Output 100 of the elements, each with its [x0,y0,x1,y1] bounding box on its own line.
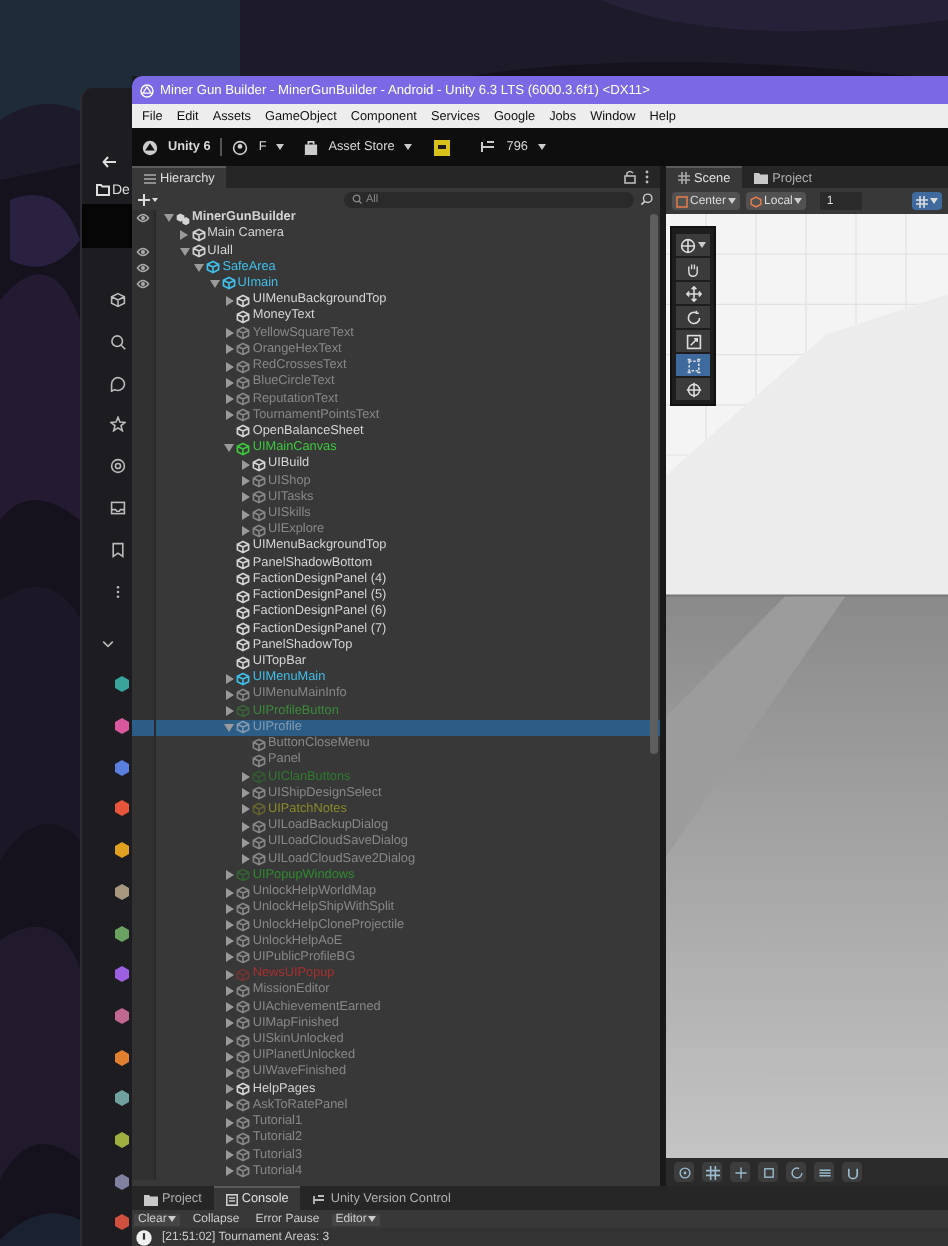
caret-icon [537,144,546,150]
collapse-arrow-icon[interactable] [225,1002,234,1013]
branch-icon [312,1193,327,1205]
collapse-arrow-icon[interactable] [241,804,249,815]
folder-icon [96,184,110,196]
collapse-arrow-icon[interactable] [241,525,249,536]
collapse-arrow-icon[interactable] [225,903,234,914]
caret-icon [930,198,938,204]
expand-arrow-icon[interactable] [224,723,235,732]
bookmark-icon[interactable] [110,541,126,558]
collapse-arrow-icon[interactable] [225,689,234,700]
notification-icon[interactable] [434,139,451,155]
collapse-arrow-icon[interactable] [225,361,234,372]
tool-button[interactable] [676,354,710,376]
expand-arrow-icon[interactable] [179,247,190,256]
collapse-arrow-icon[interactable] [225,377,234,388]
expand-arrow-icon[interactable] [164,214,174,223]
collapse-arrow-icon[interactable] [180,229,189,240]
collapse-arrow-icon[interactable] [225,394,234,405]
collapse-arrow-icon[interactable] [225,952,234,963]
collapse-arrow-icon[interactable] [241,821,249,832]
view-button[interactable] [758,1162,778,1182]
view-button[interactable] [786,1162,806,1182]
account-icon[interactable] [232,139,249,155]
collapse-arrow-icon[interactable] [241,459,249,470]
grid-icon [916,195,928,207]
search-icon[interactable] [110,333,126,350]
collapse-arrow-icon[interactable] [241,772,249,783]
collapse-arrow-icon[interactable] [225,936,234,947]
collapse-arrow-icon[interactable] [225,1084,234,1095]
collapse-arrow-icon[interactable] [225,1100,234,1111]
caret-icon [368,1216,377,1222]
view-button[interactable] [842,1162,862,1182]
expand-arrow-icon[interactable] [224,444,235,453]
collapse-arrow-icon[interactable] [225,1117,234,1128]
collapse-arrow-icon[interactable] [225,673,234,684]
view-button[interactable] [730,1162,750,1182]
orbit-icon [680,237,696,253]
collapse-arrow-icon[interactable] [225,1150,234,1161]
view-button[interactable] [814,1162,834,1182]
collapse-arrow-icon[interactable] [241,492,249,503]
visibility-icon[interactable] [136,245,150,258]
square-icon [761,1165,775,1179]
caret-icon [168,1216,177,1222]
lock-icon[interactable] [624,170,636,184]
collapse-arrow-icon[interactable] [225,1133,234,1144]
collapse-arrow-icon[interactable] [225,920,234,931]
collapse-arrow-icon[interactable] [225,706,234,717]
collapse-arrow-icon[interactable] [241,788,249,799]
branch-icon[interactable] [480,140,497,154]
caret-icon [276,144,285,150]
scrollbar-thumb[interactable] [650,214,658,754]
collapse-arrow-icon[interactable] [225,295,234,306]
search-type-icon[interactable] [640,192,654,206]
collapse-arrow-icon[interactable] [225,1018,234,1029]
collapse-arrow-icon[interactable] [225,1067,234,1078]
collapse-arrow-icon[interactable] [241,837,249,848]
grid-icon [678,172,690,184]
collapse-arrow-icon[interactable] [225,344,234,355]
visibility-icon[interactable] [136,261,150,274]
hexagon-icon[interactable] [114,925,130,941]
hand-icon [686,261,700,277]
tool-button[interactable] [676,378,710,400]
collapse-arrow-icon[interactable] [225,887,234,898]
at-sign-icon[interactable] [110,458,126,475]
collapse-arrow-icon[interactable] [241,476,249,487]
collapse-arrow-icon[interactable] [225,985,234,996]
visibility-icon[interactable] [136,277,150,290]
collapse-arrow-icon[interactable] [225,1051,234,1062]
star-icon[interactable] [110,416,126,433]
rect-tool-icon [685,357,701,373]
chevron-down-icon[interactable] [100,636,116,653]
expand-arrow-icon[interactable] [209,279,220,288]
folder-icon [754,172,769,184]
collapse-arrow-icon[interactable] [225,1166,234,1177]
list-icon [144,173,156,183]
expand-arrow-icon[interactable] [194,263,205,272]
collapse-arrow-icon[interactable] [225,870,234,881]
grid-snap-button[interactable] [912,192,942,210]
tool-button[interactable] [676,282,710,304]
collapse-arrow-icon[interactable] [225,969,234,980]
chat-icon[interactable] [110,375,126,392]
view-button[interactable] [702,1162,722,1182]
collapse-arrow-icon[interactable] [241,509,249,520]
more-icon[interactable] [644,170,650,184]
tool-button[interactable] [676,306,710,328]
search-icon [352,194,362,204]
collapse-arrow-icon[interactable] [241,854,249,865]
tool-button[interactable] [676,234,710,256]
visibility-icon[interactable] [136,212,150,225]
inbox-icon[interactable] [110,499,126,516]
collapse-arrow-icon[interactable] [225,410,234,421]
shopping-bag-icon[interactable] [304,139,319,155]
collapse-arrow-icon[interactable] [225,1035,234,1046]
back-arrow-icon[interactable] [102,156,116,168]
tool-button[interactable] [676,330,710,352]
add-icon[interactable] [138,193,158,205]
collapse-arrow-icon[interactable] [225,328,234,339]
tool-button[interactable] [676,258,710,280]
view-button[interactable] [674,1162,694,1182]
